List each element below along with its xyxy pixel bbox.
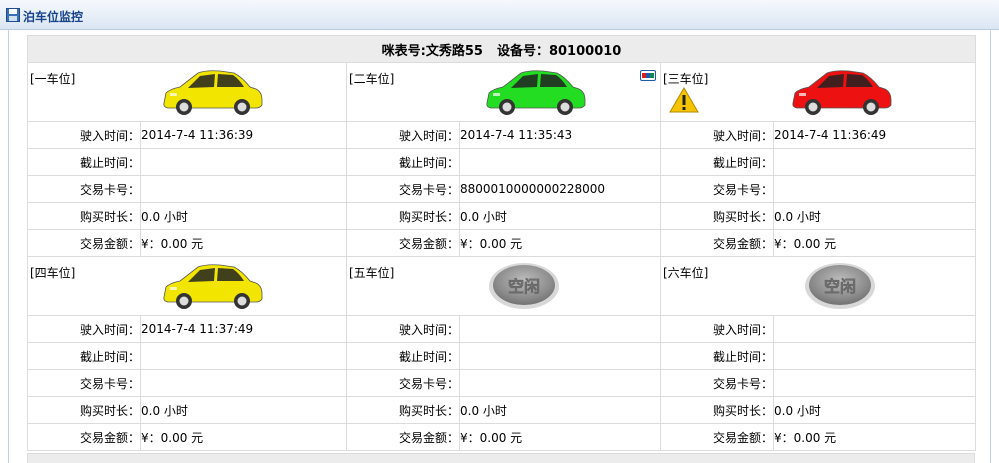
spot-6-cell[interactable]: [六车位] 空闲	[659, 256, 977, 316]
car-icon	[792, 70, 892, 116]
entry-time-label: 驶入时间：	[660, 315, 774, 343]
window-titlebar: 泊车位监控	[0, 0, 999, 30]
amount-label: 交易金额：	[27, 229, 141, 257]
entry-time-label: 驶入时间：	[346, 121, 460, 149]
entry-time-label: 驶入时间：	[27, 315, 141, 343]
amount-label: 交易金额：	[346, 229, 460, 257]
spot-4-cell[interactable]: [四车位]	[27, 256, 347, 316]
spot-4-label: [四车位]	[30, 266, 76, 280]
spot-2-entry-time: 2014-7-4 11:35:43	[459, 121, 661, 149]
spot-5-amount: ¥：0.00 元	[459, 423, 661, 451]
spot-2-duration: 0.0 小时	[459, 202, 661, 230]
spot-3-amount: ¥：0.00 元	[772, 229, 977, 257]
card-no-label: 交易卡号：	[346, 369, 460, 397]
spot-1-amount: ¥：0.00 元	[140, 229, 347, 257]
entry-time-label: 驶入时间：	[346, 315, 460, 343]
end-time-label: 截止时间：	[346, 148, 460, 176]
card-no-label: 交易卡号：	[27, 175, 141, 203]
duration-label: 购买时长：	[660, 396, 774, 424]
card-no-label: 交易卡号：	[346, 175, 460, 203]
spot-1-entry-time: 2014-7-4 11:36:39	[140, 121, 347, 149]
spot-1-duration: 0.0 小时	[140, 202, 347, 230]
credit-card-icon	[640, 70, 656, 81]
spot-5-duration: 0.0 小时	[459, 396, 661, 424]
spot-2-end-time	[459, 148, 661, 176]
empty-spot-icon: 空闲	[805, 263, 875, 309]
spot-4-end-time	[140, 342, 347, 370]
spot-5-label: [五车位]	[349, 266, 395, 280]
spot-5-end-time	[459, 342, 661, 370]
spot-6-end-time	[772, 342, 977, 370]
spot-3-card-no	[772, 175, 977, 203]
empty-spot-icon: 空闲	[489, 263, 559, 309]
spot-4-entry-time: 2014-7-4 11:37:49	[140, 315, 347, 343]
amount-label: 交易金额：	[660, 229, 774, 257]
duration-label: 购买时长：	[346, 202, 460, 230]
entry-time-label: 驶入时间：	[27, 121, 141, 149]
car-icon	[486, 70, 586, 116]
footer-strip	[27, 453, 975, 463]
car-icon	[163, 70, 263, 116]
end-time-label: 截止时间：	[660, 342, 774, 370]
spot-3-cell[interactable]: [三车位]	[659, 62, 977, 122]
spot-3-duration: 0.0 小时	[772, 202, 977, 230]
spot-1-end-time	[140, 148, 347, 176]
spot-6-duration: 0.0 小时	[772, 396, 977, 424]
spot-2-cell[interactable]: [二车位]	[346, 62, 661, 122]
end-time-label: 截止时间：	[346, 342, 460, 370]
window-title: 泊车位监控	[23, 10, 84, 24]
meter-header: 咪表号:文秀路55 设备号：80100010	[26, 35, 977, 63]
card-no-label: 交易卡号：	[660, 369, 774, 397]
amount-label: 交易金额：	[346, 423, 460, 451]
entry-time-label: 驶入时间：	[660, 121, 774, 149]
spot-3-entry-time: 2014-7-4 11:36:49	[772, 121, 977, 149]
spot-3-end-time	[772, 148, 977, 176]
spot-5-cell[interactable]: [五车位] 空闲	[346, 256, 661, 316]
meter-number: 咪表号:文秀路55	[381, 43, 483, 59]
empty-badge-text: 空闲	[508, 277, 540, 296]
duration-label: 购买时长：	[27, 202, 141, 230]
spot-2-amount: ¥：0.00 元	[459, 229, 661, 257]
spot-6-amount: ¥：0.00 元	[772, 423, 977, 451]
spot-4-card-no	[140, 369, 347, 397]
spot-6-label: [六车位]	[663, 266, 709, 280]
amount-label: 交易金额：	[27, 423, 141, 451]
end-time-label: 截止时间：	[27, 148, 141, 176]
spot-6-entry-time	[772, 315, 977, 343]
duration-label: 购买时长：	[660, 202, 774, 230]
amount-label: 交易金额：	[660, 423, 774, 451]
warning-icon	[669, 87, 699, 113]
spot-1-cell[interactable]: [一车位]	[27, 62, 347, 122]
spot-2-label: [二车位]	[349, 72, 395, 86]
spot-5-card-no	[459, 369, 661, 397]
duration-label: 购买时长：	[27, 396, 141, 424]
duration-label: 购买时长：	[346, 396, 460, 424]
spot-4-duration: 0.0 小时	[140, 396, 347, 424]
end-time-label: 截止时间：	[27, 342, 141, 370]
card-no-label: 交易卡号：	[27, 369, 141, 397]
spot-6-card-no	[772, 369, 977, 397]
spot-2-card-no: 8800010000000228000	[459, 175, 661, 203]
card-no-label: 交易卡号：	[660, 175, 774, 203]
save-icon	[6, 8, 20, 22]
spot-1-label: [一车位]	[30, 72, 76, 86]
end-time-label: 截止时间：	[660, 148, 774, 176]
empty-badge-text: 空闲	[824, 277, 856, 296]
parking-monitor-table: 咪表号:文秀路55 设备号：80100010 [一车位] [二车位] [三车位]	[26, 35, 977, 451]
spot-4-amount: ¥：0.00 元	[140, 423, 347, 451]
device-number: 设备号：80100010	[496, 43, 622, 59]
spot-5-entry-time	[459, 315, 661, 343]
spot-1-card-no	[140, 175, 347, 203]
spot-3-label: [三车位]	[663, 72, 709, 86]
car-icon	[163, 264, 263, 310]
